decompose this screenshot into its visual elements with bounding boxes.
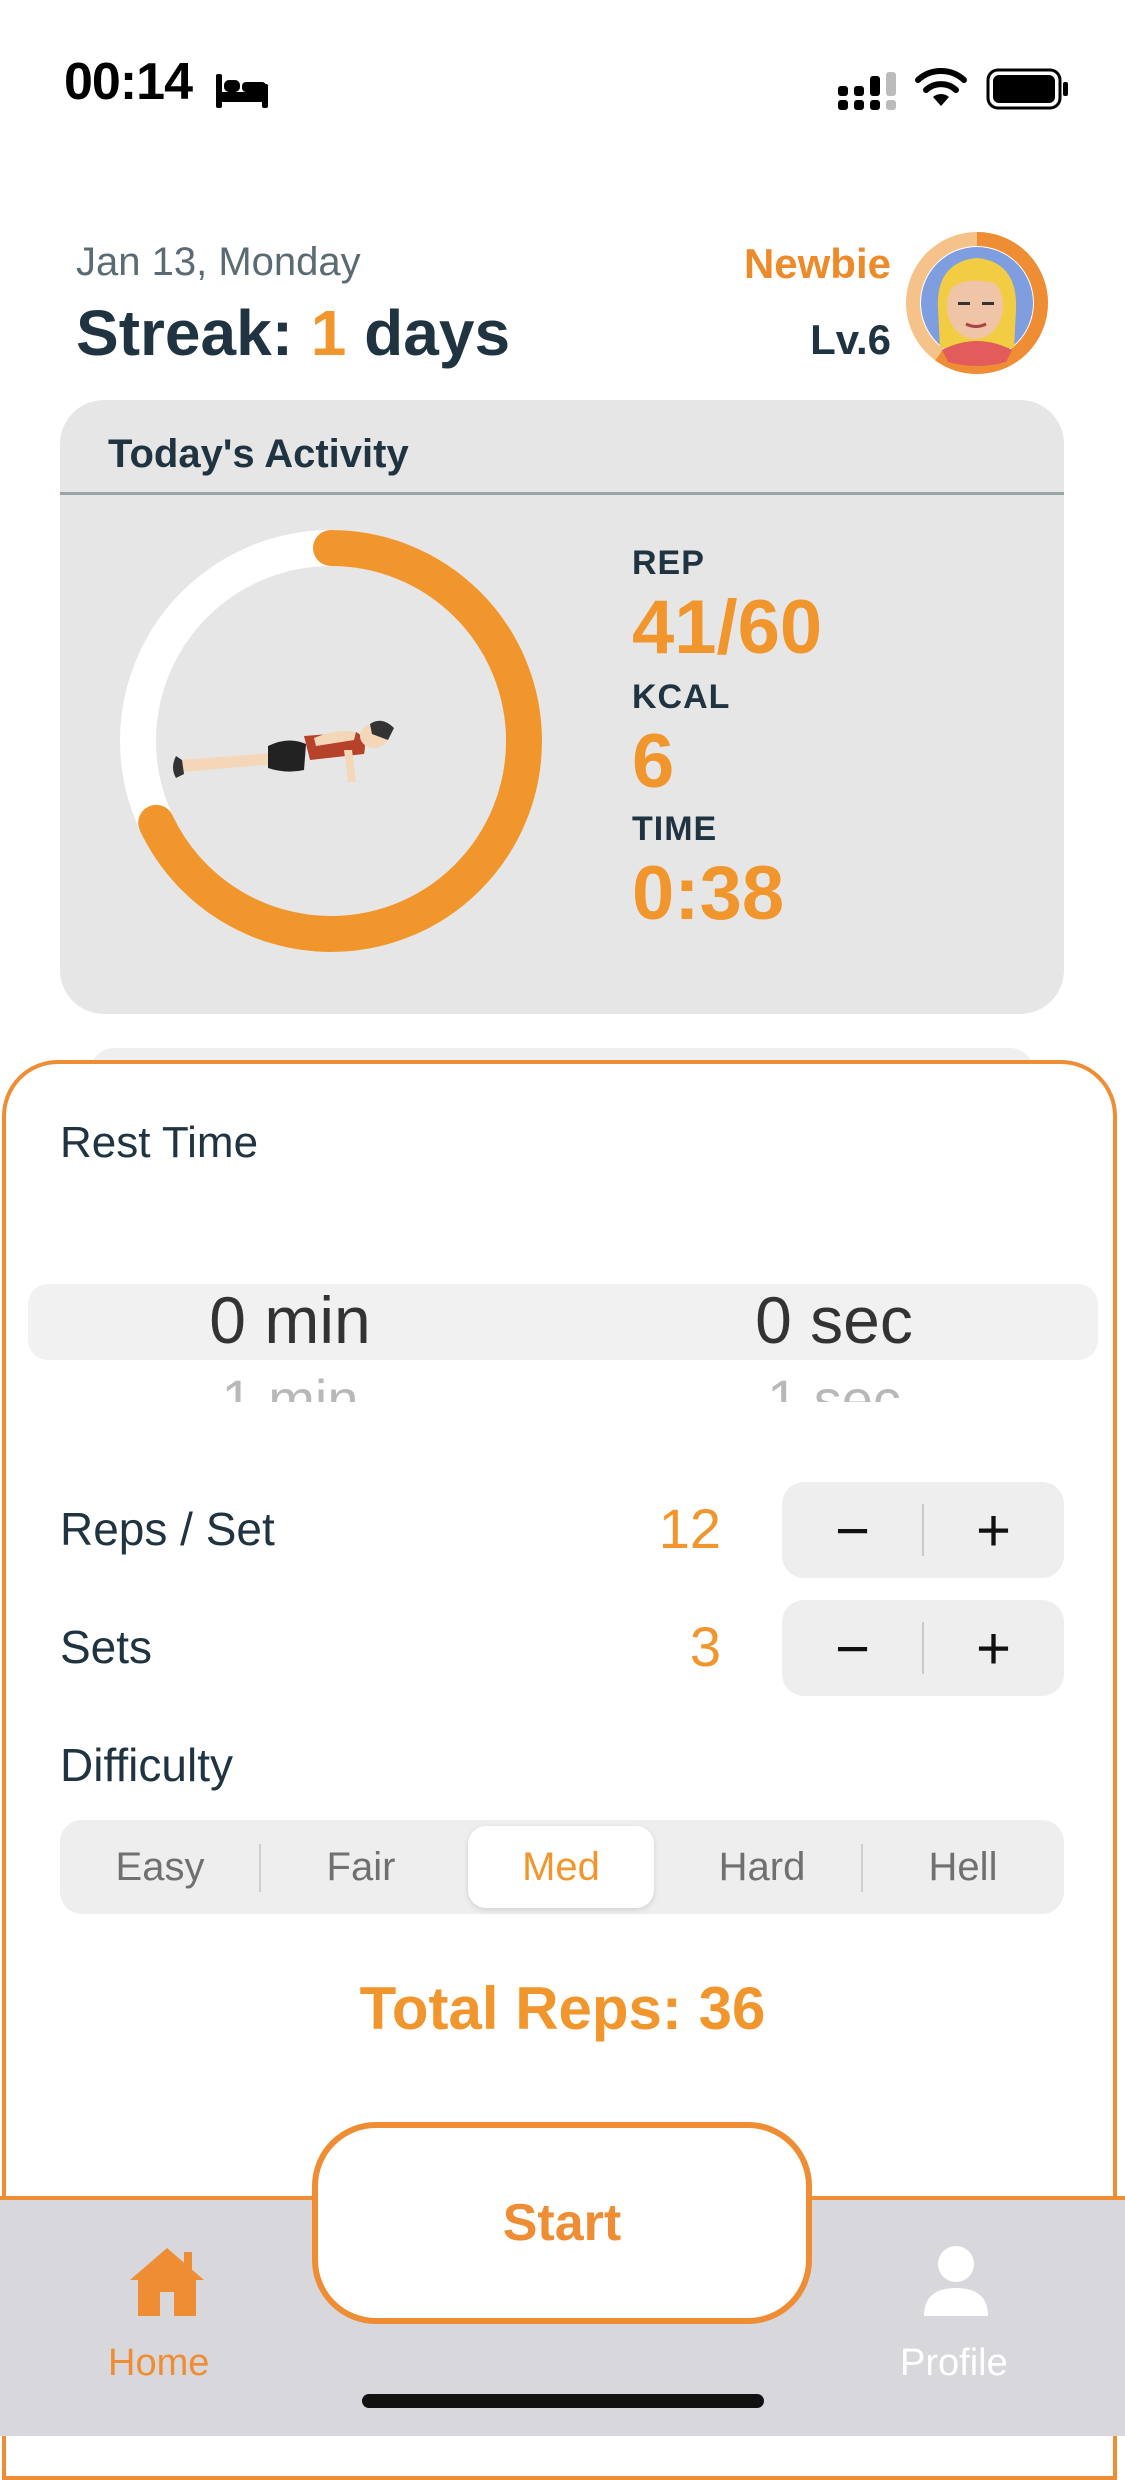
- streak-title: Streak: 1 days: [76, 296, 510, 370]
- battery-icon: [986, 68, 1068, 110]
- activity-title: Today's Activity: [108, 432, 409, 476]
- difficulty-option-easy[interactable]: Easy: [60, 1820, 260, 1914]
- stat-label-kcal: KCAL: [632, 678, 731, 716]
- wifi-icon: [915, 68, 967, 106]
- minutes-picker-selected[interactable]: 0 min: [90, 1282, 490, 1358]
- level-label: Lv.6: [810, 316, 891, 363]
- reps-decrement-button[interactable]: −: [782, 1482, 923, 1578]
- sets-stepper: − +: [782, 1600, 1064, 1696]
- date-label: Jan 13, Monday: [76, 240, 361, 284]
- activity-divider: [60, 492, 1064, 495]
- stat-value-rep: 41/60: [632, 585, 823, 670]
- seconds-picker-next[interactable]: 1 sec: [634, 1360, 1034, 1402]
- start-button[interactable]: Start: [312, 2122, 812, 2324]
- tab-home-label[interactable]: Home: [108, 2342, 209, 2385]
- difficulty-label: Difficulty: [60, 1739, 233, 1791]
- avatar[interactable]: [902, 228, 1052, 378]
- streak-count: 1: [310, 297, 347, 369]
- reps-increment-button[interactable]: +: [923, 1482, 1064, 1578]
- reps-per-set-value: 12: [658, 1497, 721, 1560]
- sets-decrement-button[interactable]: −: [782, 1600, 923, 1696]
- minutes-picker-next[interactable]: 1 min: [90, 1360, 490, 1402]
- home-icon[interactable]: [126, 2244, 208, 2320]
- tab-profile-label[interactable]: Profile: [900, 2342, 1008, 2385]
- streak-suffix: days: [346, 297, 511, 369]
- status-time: 00:14: [64, 53, 193, 111]
- pushup-illustration: [173, 720, 394, 782]
- stat-label-time: TIME: [632, 810, 718, 848]
- bed-icon: [216, 74, 268, 108]
- reps-per-set-stepper: − +: [782, 1482, 1064, 1578]
- difficulty-option-med[interactable]: Med: [468, 1826, 654, 1908]
- sets-value: 3: [689, 1615, 721, 1678]
- reps-per-set-label: Reps / Set: [60, 1503, 275, 1555]
- total-reps-label: Total Reps: 36: [359, 1975, 766, 2042]
- sets-label: Sets: [60, 1621, 153, 1673]
- home-indicator: [362, 2394, 764, 2408]
- stat-label-rep: REP: [632, 544, 705, 582]
- stat-value-time: 0:38: [632, 851, 785, 936]
- rest-time-title: Rest Time: [60, 1118, 259, 1167]
- seconds-picker-selected[interactable]: 0 sec: [634, 1282, 1034, 1358]
- signal-icon: [838, 72, 896, 110]
- person-icon[interactable]: [920, 2244, 992, 2318]
- difficulty-option-fair[interactable]: Fair: [261, 1820, 461, 1914]
- sets-increment-button[interactable]: +: [923, 1600, 1064, 1696]
- difficulty-segmented-control: Easy Fair Med Hard Hell: [60, 1820, 1064, 1914]
- activity-progress-ring: [120, 530, 542, 952]
- stat-value-kcal: 6: [632, 719, 675, 804]
- difficulty-option-hard[interactable]: Hard: [662, 1820, 862, 1914]
- rank-label: Newbie: [743, 240, 891, 287]
- difficulty-option-hell[interactable]: Hell: [863, 1820, 1063, 1914]
- streak-prefix: Streak:: [76, 297, 311, 369]
